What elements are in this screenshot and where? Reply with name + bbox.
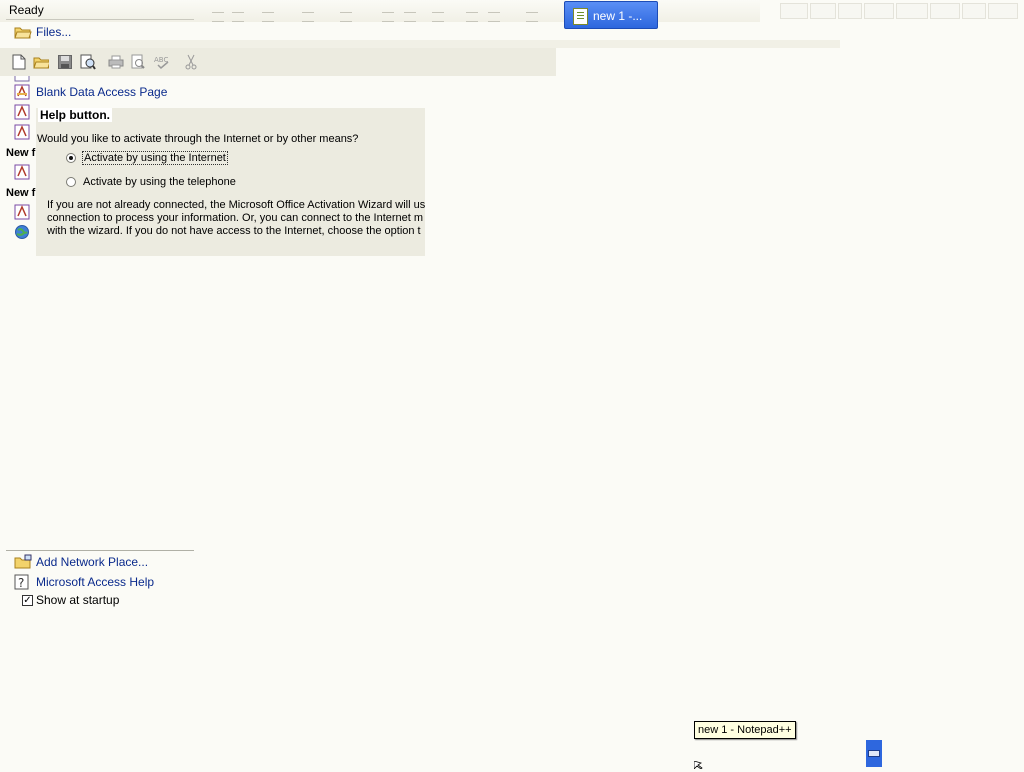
spelling-icon[interactable]: ABC — [154, 54, 170, 70]
ghost-tray-item — [864, 3, 894, 19]
open-folder-icon — [14, 24, 32, 40]
ghost-tray-item — [810, 3, 836, 19]
ghost-toolbar-icon — [232, 12, 244, 22]
access-help-link[interactable]: Microsoft Access Help — [36, 575, 154, 589]
show-at-startup-checkbox[interactable]: ✓ — [22, 595, 33, 606]
template-icon — [14, 76, 30, 82]
info-line-1: If you are not already connected, the Mi… — [47, 199, 425, 211]
print-preview-icon[interactable] — [130, 54, 146, 70]
open-icon[interactable] — [33, 54, 49, 70]
add-network-place-link[interactable]: Add Network Place... — [36, 555, 148, 569]
dialog-heading: Help button. — [38, 108, 112, 122]
blank-data-access-page-link[interactable]: Blank Data Access Page — [36, 85, 167, 99]
open-files-link[interactable]: Files... — [36, 25, 71, 39]
ghost-tray-item — [780, 3, 808, 19]
info-line-2: connection to process your information. … — [47, 212, 424, 224]
ghost-tray-item — [962, 3, 986, 19]
section-heading-new-from-template: New f — [6, 187, 36, 199]
svg-text:?: ? — [18, 576, 24, 590]
radio-internet-label[interactable]: Activate by using the Internet — [82, 151, 228, 165]
info-line-3: with the wizard. If you do not have acce… — [47, 225, 421, 237]
web-templates-icon — [14, 224, 30, 240]
ghost-toolbar-icon — [432, 12, 444, 22]
ghost-toolbar-icon — [262, 12, 274, 22]
existing-file-icon — [14, 164, 30, 180]
general-templates-icon — [14, 204, 30, 220]
project-icon — [14, 104, 30, 120]
ghost-tray-item — [930, 3, 960, 19]
ghost-toolbar-icon — [404, 12, 416, 22]
ghost-tray-item — [838, 3, 862, 19]
project-icon-2 — [14, 124, 30, 140]
radio-telephone-label[interactable]: Activate by using the telephone — [83, 176, 236, 188]
network-place-icon — [14, 554, 32, 570]
radio-internet[interactable] — [66, 153, 76, 163]
activation-wizard-dialog: Help button. Would you like to activate … — [36, 108, 425, 256]
ghost-toolbar-icon — [212, 12, 224, 22]
notepad-icon — [573, 8, 588, 25]
show-at-startup-label: Show at startup — [36, 593, 120, 607]
help-icon: ? — [14, 574, 30, 590]
ghost-tray-item — [988, 3, 1018, 19]
ghost-toolbar-icon — [382, 12, 394, 22]
data-access-page-icon — [14, 84, 30, 100]
pane-bottom-divider — [6, 550, 194, 551]
mouse-cursor-icon — [693, 760, 704, 770]
standard-toolbar: ABC — [0, 48, 556, 76]
keyboard-icon[interactable] — [866, 740, 882, 767]
new-file-icon[interactable] — [11, 54, 27, 70]
file-search-icon[interactable] — [80, 54, 96, 70]
ghost-tray-item — [896, 3, 928, 19]
pane-divider — [6, 19, 194, 20]
taskbar-tooltip: new 1 - Notepad++ — [694, 721, 796, 739]
ghost-toolbar-icon — [340, 12, 352, 22]
ghost-toolbar-icon — [302, 12, 314, 22]
radio-telephone[interactable] — [66, 177, 76, 187]
save-icon[interactable] — [57, 54, 73, 70]
print-icon[interactable] — [108, 54, 124, 70]
taskbar-button-label: new 1 -... — [593, 9, 643, 23]
section-heading-new-from: New f — [6, 147, 36, 159]
taskbar-button-notepadpp[interactable]: new 1 -... — [564, 1, 658, 29]
activation-question: Would you like to activate through the I… — [37, 133, 359, 145]
activation-info-text: If you are not already connected, the Mi… — [47, 199, 425, 238]
ghost-toolbar-icon — [526, 12, 538, 22]
ghost-toolbar-icon — [488, 12, 500, 22]
ghost-rebar — [40, 40, 840, 48]
status-text: Ready — [9, 3, 44, 17]
cut-icon[interactable] — [183, 54, 199, 70]
ghost-toolbar-icon — [466, 12, 478, 22]
